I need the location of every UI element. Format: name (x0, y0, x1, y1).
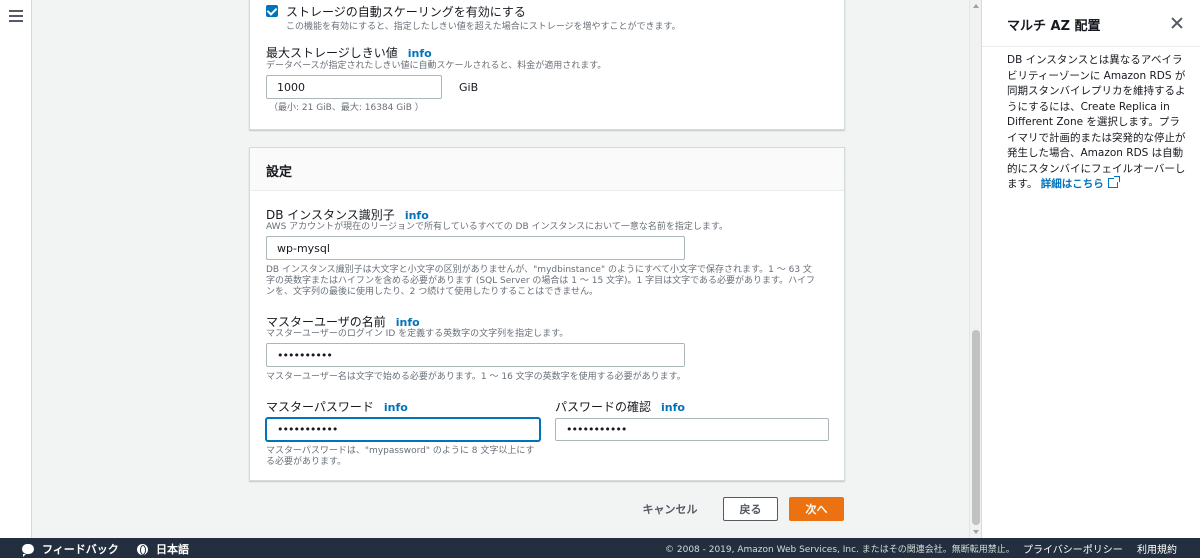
language-label: 日本語 (156, 543, 189, 556)
confirm-pw-label: パスワードの確認 (555, 400, 652, 414)
help-panel: マルチ AZ 配置 DB インスタンスとは異なるアベイラビリティーゾーンに Am… (981, 0, 1200, 538)
settings-card-header: 設定 (250, 148, 844, 191)
confirm-pw-label-row: パスワードの確認 info (555, 398, 685, 415)
master-pw-rules-2: る必要があります。 (266, 457, 347, 467)
db-id-label: DB インスタンス識別子 (266, 208, 395, 222)
master-pw-rules-1: マスターパスワードは、"mypassword" のように 8 文字以上にす (266, 446, 535, 456)
help-panel-header: マルチ AZ 配置 (982, 0, 1200, 47)
max-storage-unit: GiB (459, 81, 479, 94)
back-button[interactable]: 戻る (723, 497, 778, 521)
master-user-rules: マスターユーザー名は文字で始める必要があります。1 ～ 16 文字の英数字を使用… (266, 372, 686, 382)
autoscale-checkbox[interactable] (266, 5, 278, 17)
max-storage-input[interactable]: 1000 (266, 75, 442, 99)
scrollbar-thumb[interactable] (972, 330, 980, 525)
autoscale-checkbox-row[interactable]: ストレージの自動スケーリングを有効にする この機能を有効にすると、指定したしきい… (266, 3, 726, 33)
master-pw-label-row: マスターパスワード info (266, 398, 408, 415)
db-id-rules-2: 字の英数字またはハイフンを含める必要があります (SQL Server の場合は… (266, 276, 815, 286)
autoscale-label: ストレージの自動スケーリングを有効にする (286, 5, 526, 19)
left-rail (0, 0, 32, 538)
menu-icon[interactable] (9, 10, 23, 22)
feedback-label: フィードバック (42, 543, 119, 556)
master-user-hint: マスターユーザーのログイン ID を定義する英数字の文字列を指定します。 (266, 329, 569, 339)
db-id-rules-3: ンを、文字列の最後に使用したり、2 つ続けて使用したりすることはできません。 (266, 287, 598, 297)
master-pw-info-link[interactable]: info (384, 401, 408, 414)
master-pw-input[interactable]: ••••••••••• (266, 418, 540, 441)
help-panel-text: DB インスタンスとは異なるアベイラビリティーゾーンに Amazon RDS が… (1007, 54, 1186, 190)
settings-card: 設定 DB インスタンス識別子 info AWS アカウントが現在のリージョンで所… (249, 147, 845, 481)
max-storage-label: 最大ストレージしきい値 (266, 46, 398, 60)
help-panel-body: DB インスタンスとは異なるアベイラビリティーゾーンに Amazon RDS が… (1007, 53, 1187, 193)
settings-title: 設定 (266, 165, 293, 180)
learn-more-link[interactable]: 詳細はこちら (1041, 178, 1104, 190)
help-panel-title: マルチ AZ 配置 (1007, 19, 1101, 34)
confirm-pw-input[interactable]: ••••••••••• (555, 418, 829, 441)
max-storage-label-row: 最大ストレージしきい値 info (266, 44, 432, 61)
master-user-label-row: マスターユーザの名前 info (266, 313, 420, 330)
copyright-text: © 2008 - 2019, Amazon Web Services, Inc.… (665, 545, 1015, 555)
master-pw-label: マスターパスワード (266, 400, 374, 414)
cancel-button[interactable]: キャンセル (630, 497, 710, 521)
language-selector[interactable]: 日本語 (137, 541, 189, 557)
close-icon[interactable] (1170, 16, 1184, 30)
master-user-input[interactable]: •••••••••• (266, 343, 685, 367)
max-storage-info-link[interactable]: info (408, 47, 432, 60)
max-storage-range: （最小: 21 GiB、最大: 16384 GiB ） (269, 103, 424, 113)
feedback-link[interactable]: フィードバック (22, 541, 119, 557)
db-id-info-link[interactable]: info (405, 209, 429, 222)
storage-card: ストレージの自動スケーリングを有効にする この機能を有効にすると、指定したしきい… (249, 0, 845, 130)
footer: フィードバック 日本語 © 2008 - 2019, Amazon Web Se… (0, 538, 1200, 558)
globe-icon (137, 543, 148, 555)
speech-bubble-icon (22, 544, 34, 557)
main-content: ストレージの自動スケーリングを有効にする この機能を有効にすると、指定したしきい… (32, 0, 969, 538)
db-id-rules-1: DB インスタンス識別子は大文字と小文字の区別がありませんが、"mydbinst… (266, 265, 812, 275)
confirm-pw-info-link[interactable]: info (661, 401, 685, 414)
max-storage-hint: データベースが指定されたしきい値に自動スケールされると、料金が適用されます。 (266, 61, 607, 71)
terms-link[interactable]: 利用規約 (1137, 541, 1177, 556)
db-id-hint: AWS アカウントが現在のリージョンで所有しているすべての DB インスタンスに… (266, 222, 728, 232)
master-user-label: マスターユーザの名前 (266, 315, 386, 329)
scroll-down-arrow-icon[interactable] (973, 530, 979, 534)
main-scrollbar[interactable] (969, 0, 981, 538)
master-user-info-link[interactable]: info (396, 316, 420, 329)
external-link-icon (1107, 176, 1120, 188)
next-button[interactable]: 次へ (789, 497, 844, 521)
autoscale-hint: この機能を有効にすると、指定したしきい値を超えた場合にストレージを増やすことがで… (286, 22, 681, 32)
scroll-up-arrow-icon[interactable] (973, 4, 979, 8)
db-id-label-row: DB インスタンス識別子 info (266, 206, 429, 223)
privacy-link[interactable]: プライバシーポリシー (1023, 541, 1123, 556)
db-id-input[interactable]: wp-mysql (266, 236, 685, 260)
